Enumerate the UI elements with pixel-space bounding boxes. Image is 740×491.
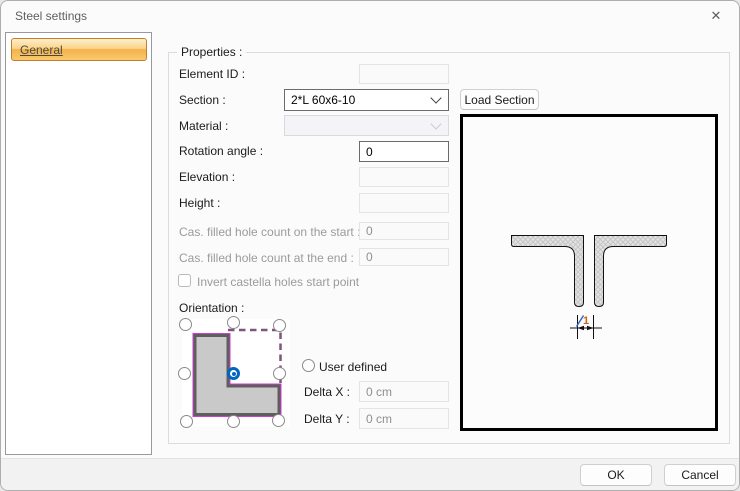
left-angle-profile bbox=[512, 236, 584, 307]
cas-end-field bbox=[359, 248, 449, 266]
invert-castella-checkbox[interactable] bbox=[178, 274, 191, 287]
sidebar-item-label: General bbox=[20, 43, 63, 57]
cas-start-label: Cas. filled hole count on the start : bbox=[179, 225, 360, 239]
element-id-label: Element ID : bbox=[179, 67, 245, 81]
chevron-down-icon bbox=[430, 118, 441, 129]
elevation-label: Elevation : bbox=[179, 170, 235, 184]
right-angle-profile bbox=[595, 236, 667, 307]
cas-start-field bbox=[359, 222, 449, 240]
properties-group-label: Properties : bbox=[177, 45, 246, 59]
orientation-radio-top-center[interactable] bbox=[227, 316, 240, 329]
orientation-radio-top-right[interactable] bbox=[273, 319, 286, 332]
dimension-value: 1 bbox=[583, 315, 589, 327]
section-dropdown[interactable]: 2*L 60x6-10 bbox=[284, 89, 449, 111]
load-section-button[interactable]: Load Section bbox=[460, 89, 539, 110]
orientation-radio-middle-left[interactable] bbox=[178, 367, 191, 380]
user-defined-radio[interactable] bbox=[302, 359, 315, 372]
orientation-radio-top-left[interactable] bbox=[179, 318, 192, 331]
cas-end-label: Cas. filled hole count at the end : bbox=[179, 251, 354, 265]
orientation-radio-middle-right[interactable] bbox=[273, 367, 286, 380]
section-preview-panel: 1 bbox=[460, 114, 718, 431]
height-field[interactable] bbox=[359, 193, 449, 213]
delta-x-field bbox=[359, 381, 449, 402]
orientation-label: Orientation : bbox=[179, 301, 244, 315]
gap-dimension: 1 bbox=[570, 315, 602, 339]
section-label: Section : bbox=[179, 93, 226, 107]
steel-settings-dialog: Steel settings ✕ General Properties : El… bbox=[0, 0, 740, 491]
height-label: Height : bbox=[179, 196, 220, 210]
orientation-radio-bottom-center[interactable] bbox=[227, 415, 240, 428]
rotation-angle-field[interactable] bbox=[359, 141, 449, 162]
material-label: Material : bbox=[179, 119, 228, 133]
delta-y-field bbox=[359, 408, 449, 429]
invert-castella-label: Invert castella holes start point bbox=[197, 275, 359, 289]
category-list: General bbox=[5, 32, 152, 455]
section-dropdown-value: 2*L 60x6-10 bbox=[291, 93, 355, 107]
orientation-radio-center[interactable] bbox=[227, 367, 240, 380]
section-drawing: 1 bbox=[463, 117, 715, 428]
ok-button[interactable]: OK bbox=[580, 464, 652, 486]
rotation-angle-label: Rotation angle : bbox=[179, 144, 263, 158]
cancel-button[interactable]: Cancel bbox=[664, 464, 736, 486]
orientation-radio-bottom-left[interactable] bbox=[180, 415, 193, 428]
delta-x-label: Delta X : bbox=[304, 385, 350, 399]
sidebar-item-general[interactable]: General bbox=[11, 38, 147, 61]
title-bar: Steel settings ✕ bbox=[1, 1, 739, 31]
element-id-field[interactable] bbox=[359, 64, 449, 84]
orientation-radio-bottom-right[interactable] bbox=[272, 414, 285, 427]
chevron-down-icon bbox=[430, 92, 441, 103]
user-defined-label: User defined bbox=[319, 360, 387, 374]
delta-y-label: Delta Y : bbox=[304, 412, 350, 426]
elevation-field[interactable] bbox=[359, 167, 449, 187]
window-title: Steel settings bbox=[15, 9, 87, 23]
close-icon[interactable]: ✕ bbox=[693, 1, 739, 31]
material-dropdown bbox=[284, 115, 449, 136]
